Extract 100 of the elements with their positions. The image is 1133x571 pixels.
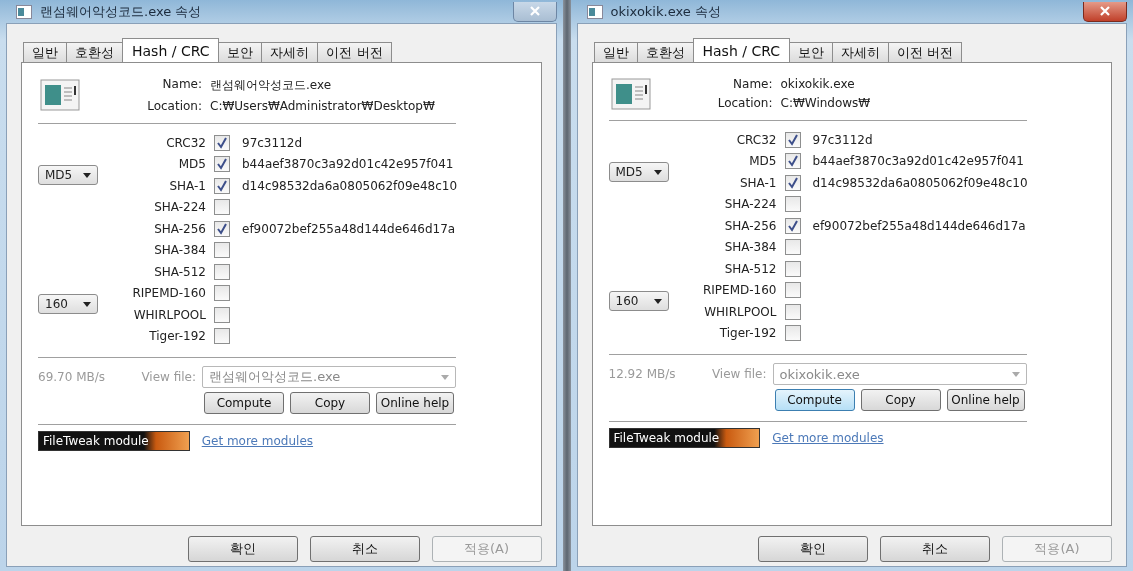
checkbox[interactable] [784, 282, 801, 299]
tab[interactable]: 일반 [593, 42, 638, 62]
tab[interactable]: 자세히 [261, 42, 319, 62]
checkbox[interactable] [214, 134, 230, 151]
algorithm-label: WHIRLPOOL [703, 304, 777, 319]
algorithm-label: CRC32 [735, 132, 777, 147]
view-file-dropdown[interactable]: okixokik.exe [772, 363, 1027, 385]
hash-value: d14c98532da6a0805062f09e48c10 [241, 178, 459, 193]
checkbox[interactable] [214, 263, 230, 280]
algorithm-label: WHIRLPOOL [132, 307, 206, 322]
tab[interactable]: 이전 버전 [317, 42, 392, 62]
dropdown[interactable]: 160 [38, 294, 98, 314]
action-button[interactable]: Copy [290, 392, 370, 414]
file-location: C:₩Windows₩ [780, 96, 871, 110]
checkbox[interactable] [214, 199, 230, 216]
tab[interactable]: 일반 [23, 42, 67, 62]
dropdown[interactable]: 160 [608, 291, 669, 311]
checkbox[interactable] [214, 328, 230, 345]
dialog-button[interactable]: 확인 [758, 536, 868, 562]
algorithm-label: SHA-384 [153, 243, 206, 258]
algorithm-label: RIPEMD-160 [131, 286, 206, 301]
close-icon [1099, 6, 1111, 16]
algorithm-label: SHA-256 [723, 218, 777, 233]
tab[interactable]: Hash / CRC [692, 38, 790, 62]
checkbox[interactable] [214, 177, 230, 194]
caret-icon [83, 301, 91, 307]
checkbox[interactable] [784, 217, 801, 234]
checkbox[interactable] [784, 153, 801, 170]
action-button[interactable]: Online help [946, 389, 1025, 411]
algorithm-label: Tiger-192 [148, 329, 206, 344]
checkbox[interactable] [784, 325, 801, 342]
location-label: Location: [716, 96, 773, 110]
hash-value: b44aef3870c3a92d01c42e957f041 [241, 157, 455, 172]
algorithm-label: SHA-224 [723, 197, 777, 212]
algorithm-label: Tiger-192 [718, 326, 777, 341]
file-name: 랜섬웨어악성코드.exe [210, 77, 333, 94]
file-location: C:₩Users₩Administrator₩Desktop₩ [210, 99, 435, 113]
view-file-label: View file: [140, 370, 197, 384]
speed-reading: 69.70 MB/s [38, 370, 107, 384]
hash-value: d14c98532da6a0805062f09e48c10 [811, 175, 1029, 190]
name-label: Name: [732, 77, 773, 91]
hash-value: ef90072bef255a48d144de646d17a [241, 221, 457, 236]
caret-icon [653, 298, 662, 304]
close-button[interactable] [1083, 1, 1127, 22]
file-icon [40, 79, 80, 111]
action-button[interactable]: Online help [376, 392, 454, 414]
module-badge: FileTweak module [38, 431, 190, 451]
tab[interactable]: 호환성 [66, 42, 123, 62]
algorithm-label: SHA-512 [723, 261, 777, 276]
tab[interactable]: Hash / CRC [122, 38, 220, 62]
checkbox[interactable] [214, 285, 230, 302]
hash-value: 97c3112d [241, 135, 304, 150]
checkbox[interactable] [784, 260, 801, 277]
checkbox[interactable] [784, 303, 801, 320]
action-button[interactable]: Copy [860, 389, 941, 411]
more-modules-link[interactable]: Get more modules [772, 431, 884, 445]
hash-value: ef90072bef255a48d144de646d17a [811, 218, 1027, 233]
algorithm-label: SHA-256 [153, 221, 206, 236]
dialog-button[interactable]: 취소 [309, 536, 420, 562]
tab[interactable]: 자세히 [832, 42, 889, 62]
hash-value: 97c3112d [811, 132, 874, 147]
algorithm-label: RIPEMD-160 [701, 283, 777, 298]
action-button[interactable]: Compute [204, 392, 284, 414]
view-file-dropdown[interactable]: 랜섬웨어악성코드.exe [202, 366, 456, 388]
tab[interactable]: 이전 버전 [888, 42, 963, 62]
window-icon [16, 4, 32, 19]
location-label: Location: [146, 99, 202, 113]
window-title: okixokik.exe 속성 [610, 2, 721, 21]
algorithm-label: CRC32 [165, 135, 206, 150]
dropdown[interactable]: MD5 [608, 162, 669, 182]
module-badge: FileTweak module [608, 428, 761, 448]
checkbox[interactable] [784, 174, 801, 191]
close-icon [528, 6, 541, 16]
checkbox[interactable] [784, 239, 801, 256]
caret-icon [653, 169, 662, 175]
name-label: Name: [161, 77, 202, 93]
algorithm-label: SHA-512 [153, 264, 206, 279]
file-name: okixokik.exe [780, 77, 856, 91]
action-button[interactable]: Compute [774, 389, 855, 411]
checkbox[interactable] [214, 220, 230, 237]
checkbox[interactable] [214, 242, 230, 259]
more-modules-link[interactable]: Get more modules [201, 434, 314, 448]
file-icon [610, 77, 651, 110]
window-icon [586, 4, 603, 19]
algorithm-label: SHA-1 [168, 178, 206, 193]
checkbox[interactable] [784, 131, 801, 148]
checkbox[interactable] [214, 156, 230, 173]
tab[interactable]: 보안 [789, 42, 833, 62]
algorithm-label: SHA-224 [153, 200, 206, 215]
checkbox[interactable] [784, 196, 801, 213]
tab[interactable]: 보안 [218, 42, 263, 62]
algorithm-label: MD5 [748, 154, 777, 169]
dropdown[interactable]: MD5 [38, 165, 98, 185]
algorithm-label: MD5 [177, 157, 206, 172]
dialog-button[interactable]: 확인 [187, 536, 298, 562]
caret-icon [441, 374, 449, 380]
view-file-label: View file: [710, 367, 768, 381]
tab[interactable]: 호환성 [636, 42, 694, 62]
checkbox[interactable] [214, 306, 230, 323]
dialog-button[interactable]: 취소 [880, 536, 990, 562]
